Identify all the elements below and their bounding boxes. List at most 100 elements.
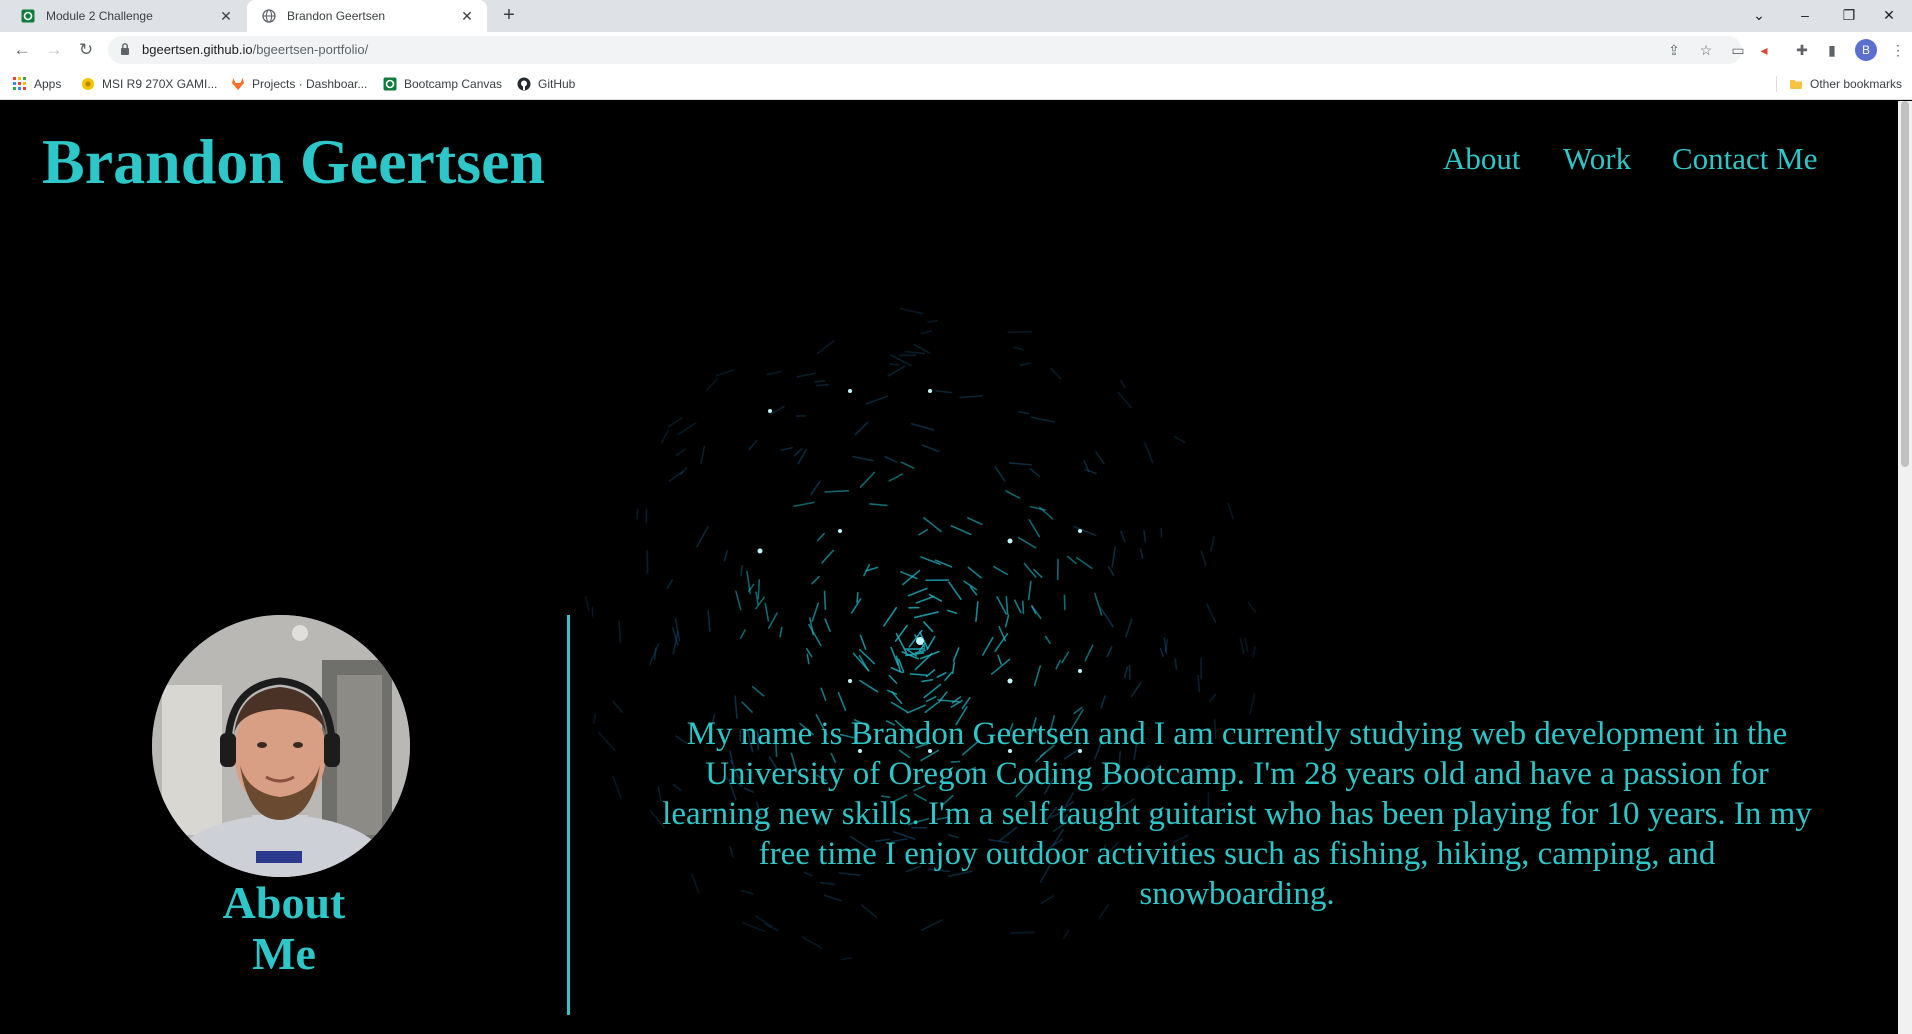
particle-streak xyxy=(766,370,782,376)
particle-streak xyxy=(1027,580,1032,601)
particle-streak xyxy=(757,579,761,600)
particle-streak xyxy=(918,528,929,536)
url-text[interactable]: bgeertsen.github.io/bgeertsen-portfolio/ xyxy=(142,42,368,57)
particle-streak xyxy=(1252,646,1256,658)
particle-streak xyxy=(900,308,924,315)
tab-search-icon[interactable]: ⌄ xyxy=(1736,0,1782,32)
particle-streak xyxy=(914,652,933,671)
bookmark-github[interactable]: GitHub xyxy=(516,74,575,94)
reload-button[interactable]: ↻ xyxy=(72,36,100,64)
forward-button[interactable]: → xyxy=(40,36,68,64)
particle-streak xyxy=(1013,346,1024,351)
particle-streak xyxy=(889,363,900,366)
particle-streak xyxy=(1019,362,1031,367)
chrome-menu-icon[interactable]: ⋮ xyxy=(1888,40,1908,60)
tab-strip: Module 2 Challenge ✕ Brandon Geertsen ✕ … xyxy=(0,0,1912,32)
share-icon[interactable]: ⇪ xyxy=(1664,40,1684,60)
bookmark-projects[interactable]: Projects · Dashboar... xyxy=(230,74,367,94)
particle-streak xyxy=(1031,605,1042,620)
particle-streak xyxy=(951,661,956,675)
particle-streak xyxy=(666,579,674,590)
particle-streak xyxy=(820,687,827,702)
particle-streak xyxy=(920,330,933,335)
particle-streak xyxy=(809,480,821,496)
particle-streak xyxy=(593,713,597,724)
url-host: bgeertsen.github.io xyxy=(142,42,253,57)
particle-streak xyxy=(921,444,940,453)
particle-streak xyxy=(1099,606,1114,628)
nav-link-work[interactable]: Work xyxy=(1563,141,1631,177)
tab-module-2-challenge[interactable]: Module 2 Challenge ✕ xyxy=(10,0,246,32)
new-tab-button[interactable]: + xyxy=(496,4,522,28)
particle-streak xyxy=(1119,379,1126,388)
particle-streak xyxy=(648,642,660,666)
back-button[interactable]: ← xyxy=(8,36,36,64)
particle-streak xyxy=(910,422,935,431)
page-scrollbar[interactable] xyxy=(1898,101,1912,1034)
particle-streak xyxy=(966,517,983,526)
particle-streak xyxy=(926,635,936,651)
particle-streak xyxy=(1174,658,1178,670)
particle-glow xyxy=(1078,529,1082,533)
minimize-button[interactable]: – xyxy=(1782,0,1828,32)
particle-streak xyxy=(1022,600,1025,614)
particle-streak xyxy=(887,365,906,377)
particle-streak xyxy=(1028,518,1041,538)
particle-streak xyxy=(598,731,616,752)
particle-streak xyxy=(994,466,1006,482)
address-bar[interactable]: bgeertsen.github.io/bgeertsen-portfolio/… xyxy=(108,36,1742,64)
bookmark-apps[interactable]: Apps xyxy=(12,74,61,94)
particle-streak xyxy=(920,919,944,932)
close-icon[interactable]: ✕ xyxy=(214,8,238,25)
particle-streak xyxy=(657,785,662,802)
profile-avatar[interactable]: B xyxy=(1855,39,1877,61)
nav-link-about[interactable]: About xyxy=(1443,141,1521,177)
particle-streak xyxy=(1143,530,1147,543)
particle-streak xyxy=(888,674,898,684)
particle-streak xyxy=(925,695,937,703)
extensions-puzzle-icon[interactable]: ✚ xyxy=(1792,40,1812,60)
particle-streak xyxy=(1017,411,1030,415)
close-icon[interactable]: ✕ xyxy=(455,8,479,25)
particle-streak xyxy=(1004,614,1010,628)
site-brand-title[interactable]: Brandon Geertsen xyxy=(42,125,545,199)
extension-red-icon[interactable]: ◂ xyxy=(1754,40,1774,60)
particle-streak xyxy=(612,775,622,799)
particle-streak xyxy=(967,566,982,579)
particle-streak xyxy=(814,380,826,383)
particle-streak xyxy=(950,525,972,536)
cast-icon[interactable]: ▭ xyxy=(1728,40,1748,60)
particle-streak xyxy=(840,957,852,961)
bookmark-label: Projects · Dashboar... xyxy=(252,77,368,91)
close-window-button[interactable]: ✕ xyxy=(1866,0,1912,32)
particle-streak xyxy=(913,343,931,354)
particle-streak xyxy=(1013,599,1022,614)
tab-brandon-geertsen[interactable]: Brandon Geertsen ✕ xyxy=(247,0,487,32)
particle-streak xyxy=(808,623,822,647)
particle-streak xyxy=(1084,468,1097,475)
particle-streak xyxy=(779,626,783,638)
page-viewport: Brandon Geertsen About Work Contact Me A… xyxy=(0,101,1898,1034)
side-panel-icon[interactable]: ▮ xyxy=(1822,40,1842,60)
nav-link-contact-me[interactable]: Contact Me xyxy=(1672,141,1818,177)
particle-streak xyxy=(927,319,939,324)
scrollbar-thumb[interactable] xyxy=(1901,101,1909,467)
bookmark-msi[interactable]: MSI R9 270X GAMI... xyxy=(80,74,217,94)
particle-streak xyxy=(793,448,803,457)
bookmark-other-bookmarks[interactable]: Other bookmarks xyxy=(1788,74,1902,94)
particle-streak xyxy=(906,704,926,714)
particle-streak xyxy=(890,701,909,713)
particle-streak xyxy=(1100,695,1106,709)
particle-streak xyxy=(1095,451,1105,465)
particle-streak xyxy=(993,565,1009,576)
particle-glow xyxy=(1007,538,1013,544)
bookmark-star-icon[interactable]: ☆ xyxy=(1696,40,1716,60)
bookmark-label: GitHub xyxy=(538,77,576,91)
particle-streak xyxy=(959,395,983,399)
particle-streak xyxy=(751,685,765,697)
particle-streak xyxy=(823,590,827,610)
bookmark-bootcamp-canvas[interactable]: Bootcamp Canvas xyxy=(382,74,502,94)
particle-streak xyxy=(661,429,669,444)
particle-streak xyxy=(935,390,953,394)
particle-streak xyxy=(907,587,928,597)
